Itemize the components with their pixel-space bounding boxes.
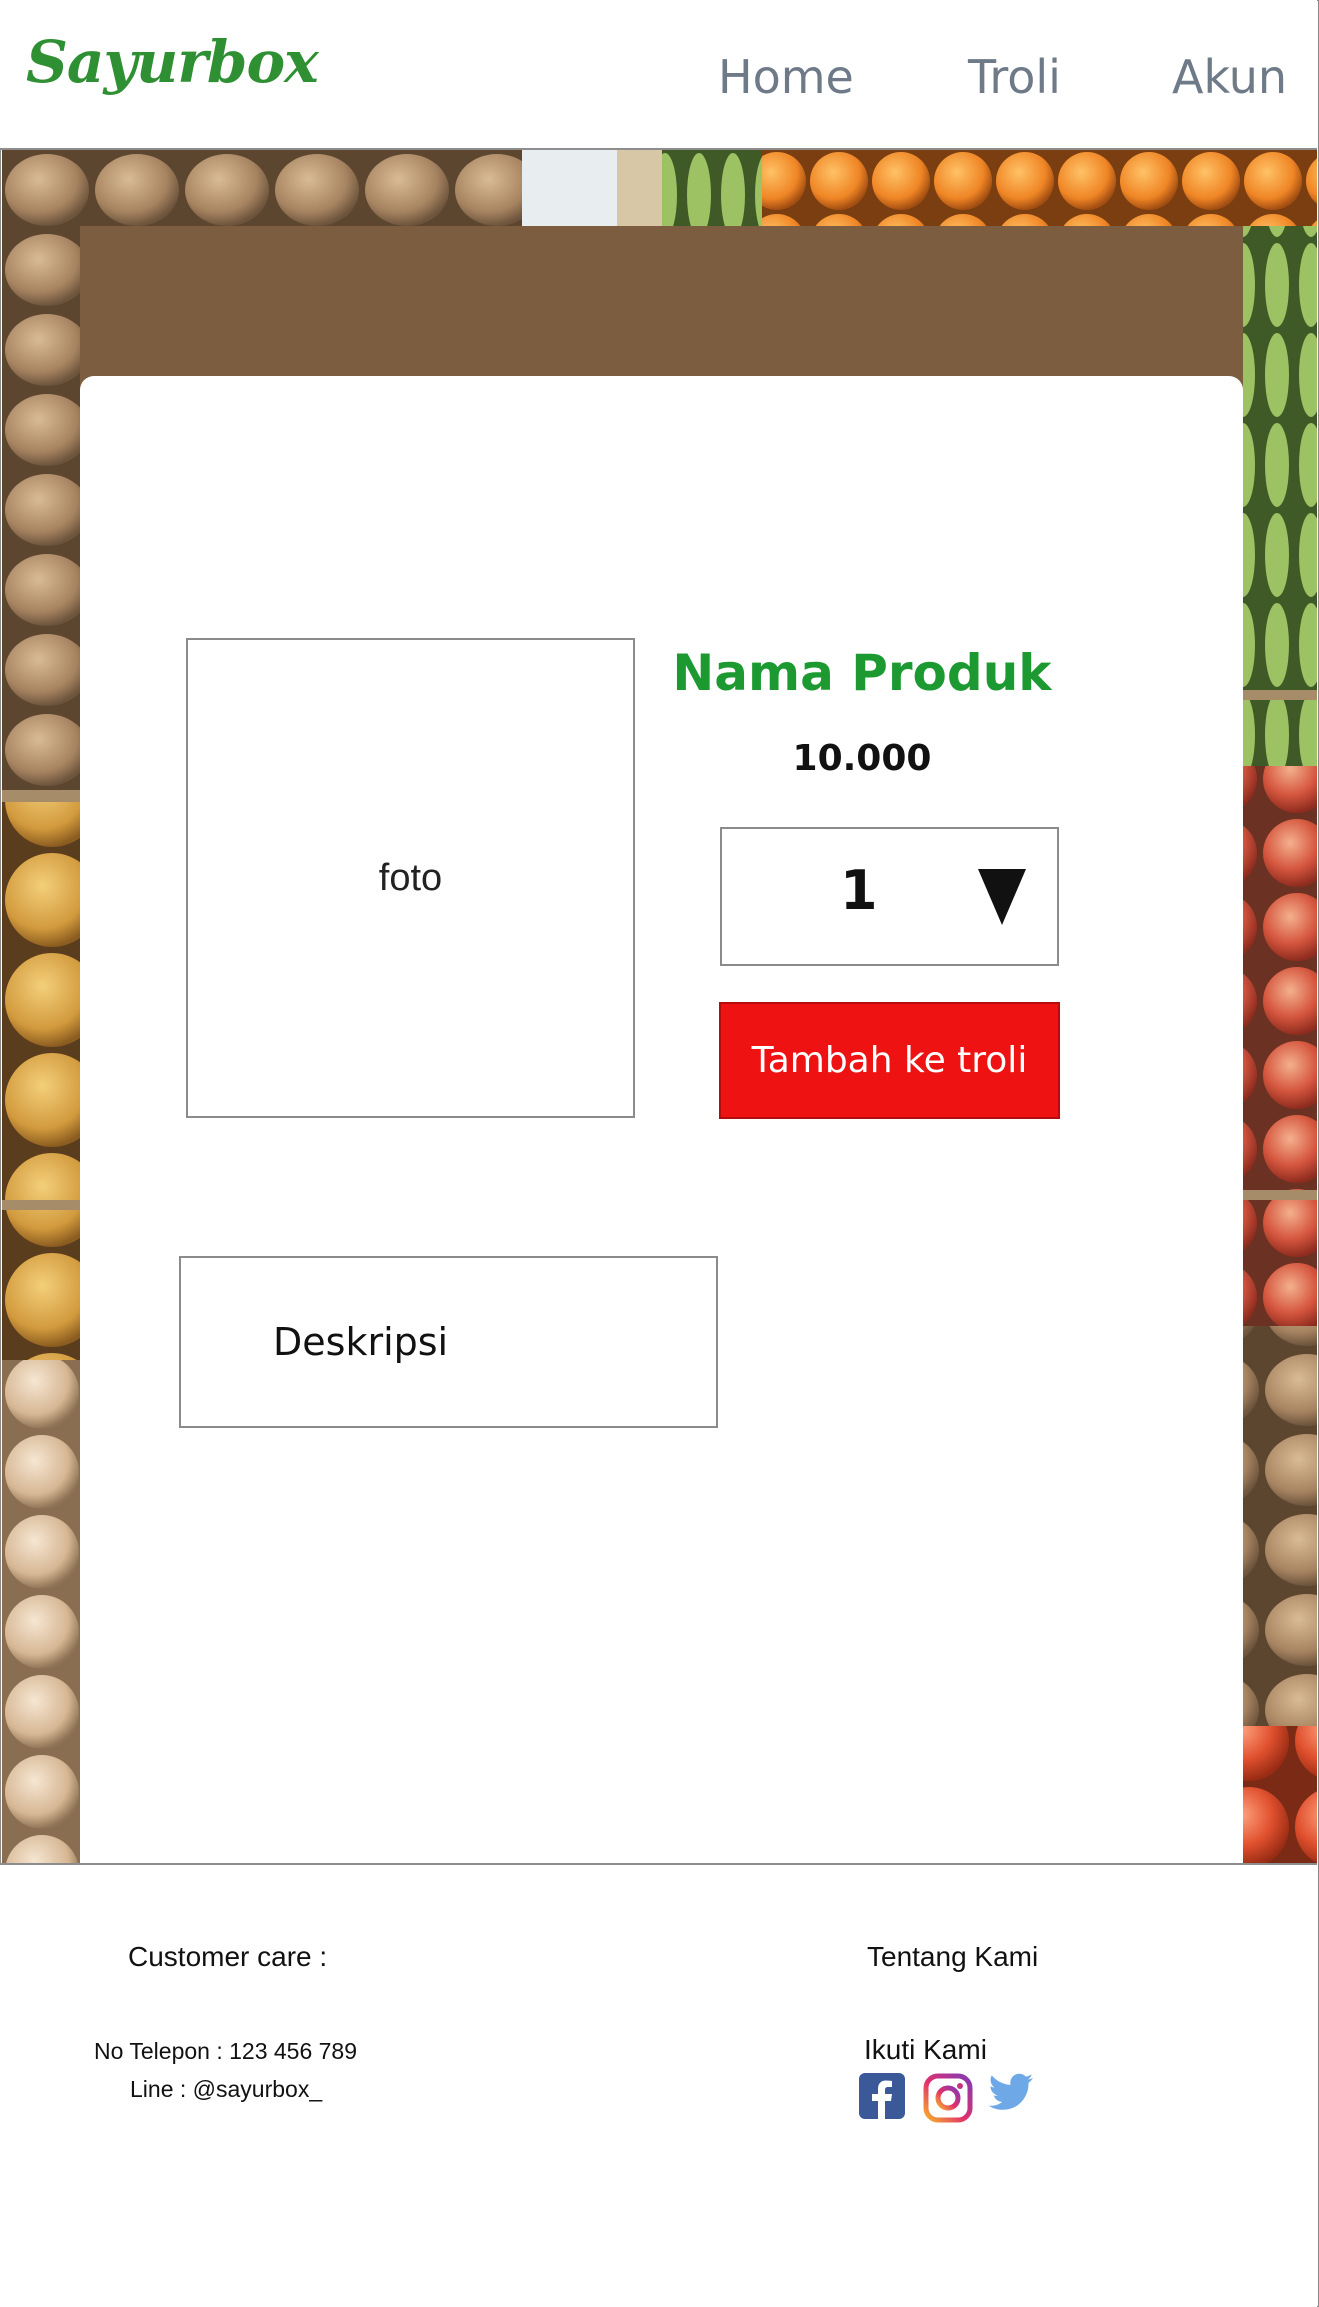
customer-care-line: Line : @sayurbox_: [130, 2076, 323, 2102]
instagram-icon[interactable]: [923, 2073, 973, 2123]
nav-cart-link[interactable]: Troli: [968, 50, 1061, 104]
quantity-value: 1: [840, 859, 878, 922]
customer-care-title: Customer care :: [128, 1941, 328, 1972]
product-name: Nama Produk: [672, 644, 1052, 702]
product-photo-placeholder: foto: [186, 638, 635, 1118]
description-label: Deskripsi: [273, 1320, 449, 1364]
sayurbox-logo[interactable]: Sayurbox: [26, 28, 319, 96]
product-card: foto Nama Produk 10.000 1 Tambah ke trol…: [80, 376, 1243, 1863]
customer-care-phone: No Telepon : 123 456 789: [94, 2038, 358, 2064]
top-navbar: Sayurbox Home Troli Akun: [0, 0, 1317, 150]
quantity-dropdown[interactable]: 1: [720, 827, 1059, 966]
follow-us-label: Ikuti Kami: [864, 2034, 987, 2065]
nav-account-link[interactable]: Akun: [1172, 50, 1287, 104]
dropdown-arrow-icon: [978, 869, 1026, 925]
produce-background: foto Nama Produk 10.000 1 Tambah ke trol…: [2, 150, 1317, 1863]
about-us-link[interactable]: Tentang Kami: [867, 1941, 1038, 1973]
photo-placeholder-label: foto: [378, 856, 443, 899]
add-to-cart-button[interactable]: Tambah ke troli: [719, 1002, 1060, 1119]
product-price: 10.000: [792, 738, 932, 779]
footer: Customer care : No Telepon : 123 456 789…: [0, 1863, 1317, 2307]
product-description-box: Deskripsi: [179, 1256, 718, 1428]
facebook-icon[interactable]: [859, 2073, 905, 2119]
twitter-icon[interactable]: [988, 2073, 1034, 2113]
nav-home-link[interactable]: Home: [718, 50, 854, 104]
